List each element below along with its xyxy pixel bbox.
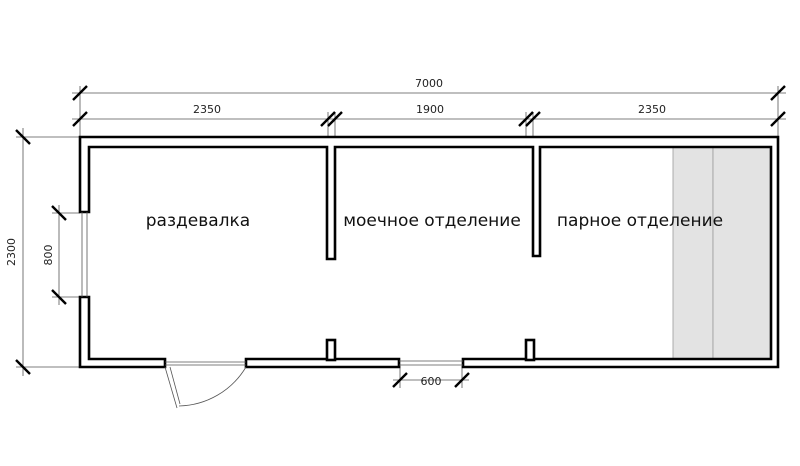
entrance-door xyxy=(164,361,247,409)
width-label: 2300 xyxy=(5,238,18,266)
total-length-label: 7000 xyxy=(415,77,443,90)
changing-room-length-label: 2350 xyxy=(193,103,221,116)
door-bottom xyxy=(399,360,463,366)
room-label-steam-room: парное отделение xyxy=(557,211,723,231)
dimension-room-lengths: 2350 1900 2350 xyxy=(72,103,786,138)
window-left xyxy=(81,212,88,297)
dimension-door: 600 xyxy=(392,366,470,388)
dimension-window: 800 xyxy=(42,205,80,305)
steam-room-bench xyxy=(672,146,772,360)
steam-room-length-label: 2350 xyxy=(638,103,666,116)
window-width-label: 800 xyxy=(42,245,55,266)
room-label-changing-room: раздевалка xyxy=(146,211,250,231)
door-width-label: 600 xyxy=(421,375,442,388)
floor-plan: 7000 2350 1900 2350 2300 800 600 раздева… xyxy=(5,77,786,409)
washing-room-length-label: 1900 xyxy=(416,103,444,116)
room-label-washing-room: моечное отделение xyxy=(343,211,521,231)
